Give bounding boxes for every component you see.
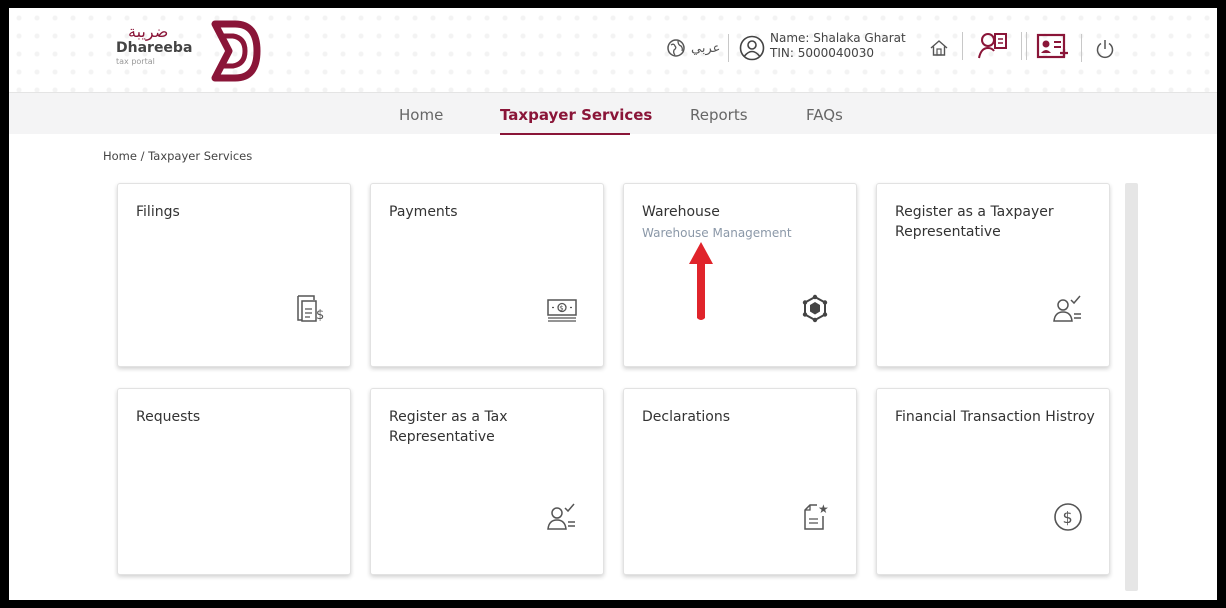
cube-network-icon [802,294,828,323]
breadcrumb[interactable]: Home / Taxpayer Services [103,149,252,163]
divider [1021,32,1022,60]
card-title: Declarations [642,409,731,425]
card-declarations[interactable]: Declarations ★ [623,388,857,575]
divider [728,34,729,62]
cash-icon: $ [547,299,577,322]
user-check-icon [1053,295,1081,322]
top-header: ضريبة Dhareeba tax portal عربي Name: Sha… [9,8,1217,92]
divider [1081,34,1082,62]
card-filings[interactable]: Filings $ [117,183,351,367]
card-title: Filings [136,204,180,220]
user-check-icon [547,503,575,530]
nav-reports[interactable]: Reports [690,106,748,124]
id-card-icon[interactable] [1036,33,1070,61]
user-avatar-icon[interactable] [739,35,765,61]
vertical-scrollbar[interactable] [1125,183,1138,591]
nav-active-indicator [500,133,630,135]
globe-icon[interactable] [666,38,686,58]
card-title: Requests [136,409,201,425]
main-nav: Home Taxpayer Services Reports FAQs [9,92,1217,135]
svg-text:$: $ [559,305,563,313]
language-toggle[interactable]: عربي [691,41,720,56]
divider [962,32,963,60]
power-icon[interactable] [1094,38,1116,60]
card-register-taxpayer-representative[interactable]: Register as a Taxpayer Representative [876,183,1110,367]
dollar-circle-icon: $ [1054,503,1082,531]
card-register-tax-representative[interactable]: Register as a Tax Representative [370,388,604,575]
svg-text:★: ★ [818,502,829,516]
card-requests[interactable]: Requests [117,388,351,575]
home-icon[interactable] [929,38,949,58]
svg-text:$: $ [1063,508,1073,527]
user-profile-icon[interactable] [977,30,1009,62]
user-name: Name: Shalaka Gharat [770,31,906,45]
divider [1026,32,1027,60]
user-tin: TIN: 5000040030 [770,46,875,60]
filing-dollar-icon: $ [297,295,324,323]
card-title: Register as a Tax Representative [389,409,508,445]
svg-text:$: $ [316,308,324,323]
card-title: Warehouse [642,204,720,220]
nav-faqs[interactable]: FAQs [806,106,843,124]
card-title: Register as a Taxpayer Representative [895,204,1054,240]
annotation-arrow-icon [689,242,713,320]
card-title: Financial Transaction Histroy [895,409,1095,425]
logo-subtitle: tax portal [116,57,155,66]
card-payments[interactable]: Payments $ [370,183,604,367]
logo[interactable]: ضريبة Dhareeba tax portal [116,22,196,67]
dhareeba-logo-icon [211,20,261,82]
document-star-icon: ★ [804,502,829,530]
logo-arabic: ضريبة [128,22,169,41]
nav-home[interactable]: Home [399,106,443,124]
card-title: Payments [389,204,458,220]
logo-name: Dhareeba [116,40,193,56]
nav-taxpayer-services[interactable]: Taxpayer Services [500,106,652,124]
app-window: ضريبة Dhareeba tax portal عربي Name: Sha… [9,8,1217,600]
card-financial-transaction-history[interactable]: Financial Transaction Histroy $ [876,388,1110,575]
card-warehouse[interactable]: Warehouse Warehouse Management [623,183,857,367]
warehouse-management-link[interactable]: Warehouse Management [642,226,792,240]
user-info: Name: Shalaka Gharat TIN: 5000040030 [770,31,906,61]
